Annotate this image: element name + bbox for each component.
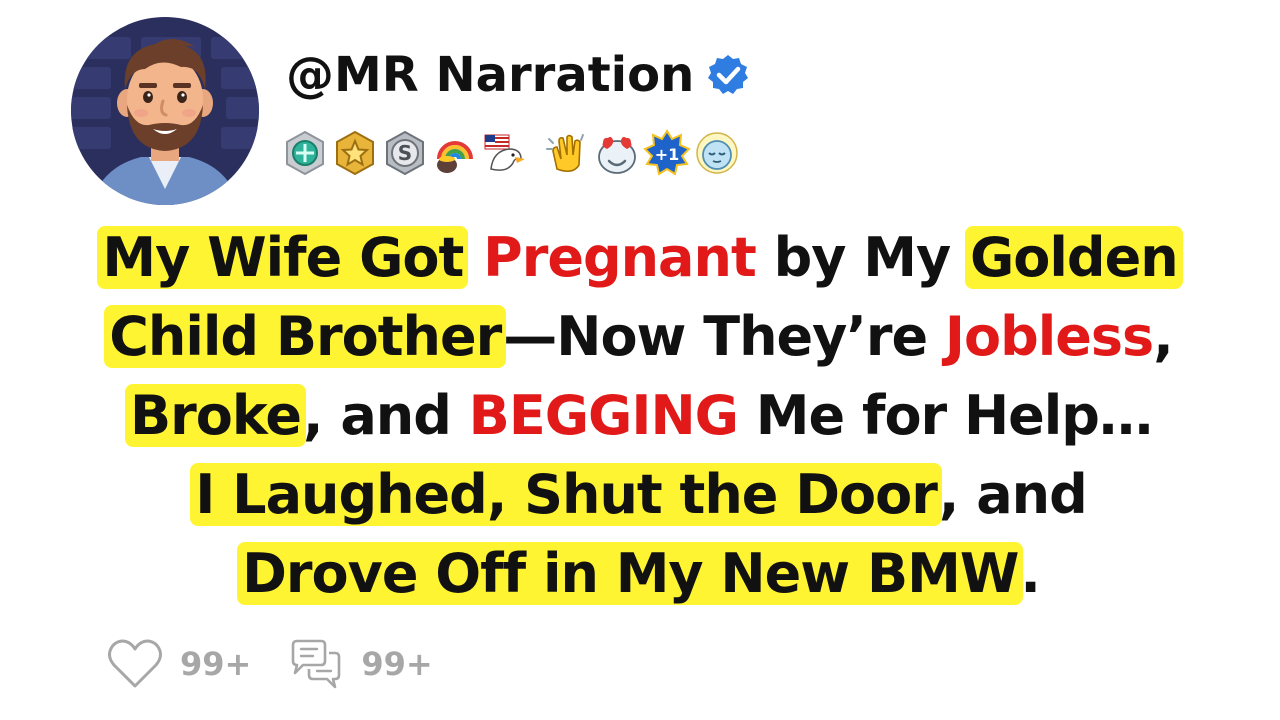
like-count: 99+	[180, 645, 252, 683]
eagle-flag-icon	[481, 129, 529, 177]
headline-line-3: Broke, and BEGGING Me for Help…	[0, 376, 1280, 455]
headline-line-5: Drove Off in My New BMW.	[0, 534, 1280, 613]
headline-highlight: Drove Off in My New BMW	[237, 542, 1024, 605]
headline-text: —Now They’re	[503, 305, 928, 368]
svg-text:+1: +1	[655, 145, 680, 164]
gold-star-badge-icon	[331, 129, 379, 177]
user-header: @MR Narration	[286, 40, 750, 110]
avatar[interactable]	[71, 17, 259, 205]
headline-text: ,	[1153, 305, 1173, 368]
heart-eyes-face-icon	[593, 129, 641, 177]
post-actions: 99+ 99+	[106, 636, 469, 692]
emerald-medal-icon	[281, 129, 329, 177]
comment-count: 99+	[361, 645, 433, 683]
headline-emphasis: Pregnant	[483, 226, 757, 289]
username[interactable]: @MR Narration	[286, 51, 694, 99]
headline-emphasis: BEGGING	[468, 384, 739, 447]
plus-one-star-icon: +1	[643, 129, 691, 177]
headline-highlight: Golden	[964, 226, 1183, 289]
headline-text: , and	[938, 463, 1088, 526]
sleeping-moon-face-icon	[693, 129, 741, 177]
headline-highlight: Broke	[125, 384, 306, 447]
clapping-hands-icon	[543, 129, 591, 177]
headline-highlight: Child Brother	[104, 305, 507, 368]
rainbow-pot-of-gold-icon	[431, 129, 479, 177]
headline-line-4: I Laughed, Shut the Door, and	[0, 455, 1280, 534]
svg-text:S: S	[398, 141, 412, 165]
headline-line-2: Child Brother—Now They’re Jobless,	[0, 297, 1280, 376]
headline-highlight: My Wife Got	[97, 226, 469, 289]
silver-s-badge-icon: S	[381, 129, 429, 177]
badge-row: S +1	[281, 126, 743, 180]
heart-icon[interactable]	[106, 637, 164, 691]
verified-badge-icon	[708, 55, 749, 94]
headline-text: by My	[773, 226, 952, 289]
headline-text: .	[1020, 542, 1040, 605]
comment-icon[interactable]	[287, 637, 345, 691]
post-headline: My Wife Got Pregnant by My Golden Child …	[0, 218, 1280, 613]
headline-text: , and	[303, 384, 452, 447]
post-card: @MR Narration S +1 My Wife Got Pregnant …	[0, 0, 1280, 720]
headline-line-1: My Wife Got Pregnant by My Golden	[0, 218, 1280, 297]
headline-highlight: I Laughed, Shut the Door	[190, 463, 942, 526]
headline-emphasis: Jobless	[944, 305, 1154, 368]
headline-text: Me for Help…	[755, 384, 1153, 447]
